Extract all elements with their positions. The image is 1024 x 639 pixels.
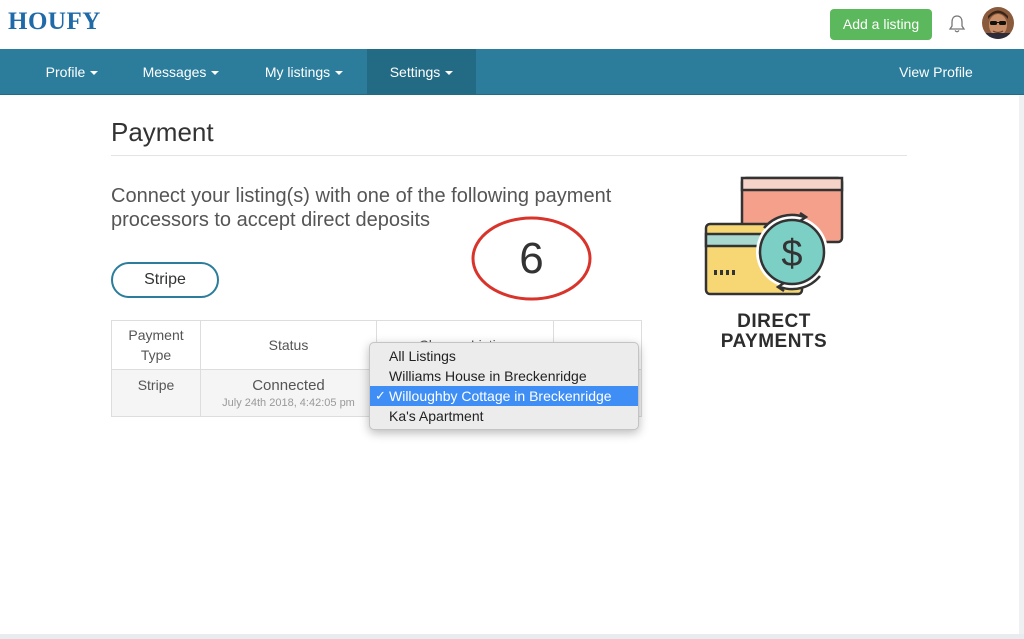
nav-profile[interactable]: Profile — [27, 49, 117, 95]
caret-down-icon — [445, 71, 454, 76]
stripe-button[interactable]: Stripe — [111, 262, 219, 298]
dropdown-option[interactable]: All Listings — [370, 346, 638, 366]
option-label: Willoughby Cottage in Breckenridge — [389, 388, 612, 404]
caret-down-icon — [335, 71, 344, 76]
dropdown-option[interactable]: Ka's Apartment — [370, 406, 638, 426]
label-line-2: PAYMENTS — [720, 331, 828, 352]
page-title: Payment — [111, 117, 214, 147]
scrollbar-track[interactable] — [1019, 95, 1024, 639]
houfy-logo[interactable]: HOUFY — [8, 8, 101, 36]
caret-down-icon — [211, 71, 220, 76]
cell-payment-type: Stripe — [111, 369, 201, 417]
dropdown-option[interactable]: Williams House in Breckenridge — [370, 366, 638, 386]
option-label: Ka's Apartment — [389, 408, 484, 424]
option-label: Williams House in Breckenridge — [389, 368, 587, 384]
main-nav: Profile Messages My listings Settings Vi… — [0, 49, 1024, 95]
nav-messages-label: Messages — [142, 64, 207, 80]
nav-my-listings-label: My listings — [264, 64, 331, 80]
view-profile-link[interactable]: View Profile — [889, 49, 983, 95]
caret-down-icon — [90, 71, 99, 76]
status-text: Connected — [252, 377, 325, 394]
header-payment-type: Payment Type — [111, 320, 201, 370]
annotation-number: 6 — [519, 234, 544, 283]
svg-text:$: $ — [781, 233, 802, 275]
label-line-1: DIRECT — [737, 311, 811, 332]
dropdown-option-selected[interactable]: ✓ Willoughby Cottage in Breckenridge — [370, 386, 638, 406]
add-listing-button[interactable]: Add a listing — [830, 9, 932, 40]
listing-dropdown[interactable]: All Listings Williams House in Breckenri… — [369, 342, 639, 430]
top-bar: HOUFY Add a listing — [0, 0, 1024, 49]
bell-icon[interactable] — [948, 14, 966, 34]
checkmark-icon: ✓ — [375, 388, 386, 403]
nav-profile-label: Profile — [45, 64, 86, 80]
nav-settings-label: Settings — [389, 64, 441, 80]
user-avatar[interactable] — [982, 7, 1014, 39]
nav-messages[interactable]: Messages — [129, 49, 233, 95]
window-bottom-edge — [0, 634, 1024, 639]
status-date: July 24th 2018, 4:42:05 pm — [222, 397, 355, 409]
option-label: All Listings — [389, 348, 456, 364]
direct-payments-icon: $ — [704, 176, 844, 296]
nav-settings[interactable]: Settings — [367, 49, 476, 95]
title-divider — [111, 155, 907, 156]
nav-my-listings[interactable]: My listings — [251, 49, 357, 95]
header-status: Status — [200, 320, 377, 370]
direct-payments-label: DIRECT PAYMENTS — [700, 312, 848, 352]
cell-status: Connected July 24th 2018, 4:42:05 pm — [200, 369, 377, 417]
